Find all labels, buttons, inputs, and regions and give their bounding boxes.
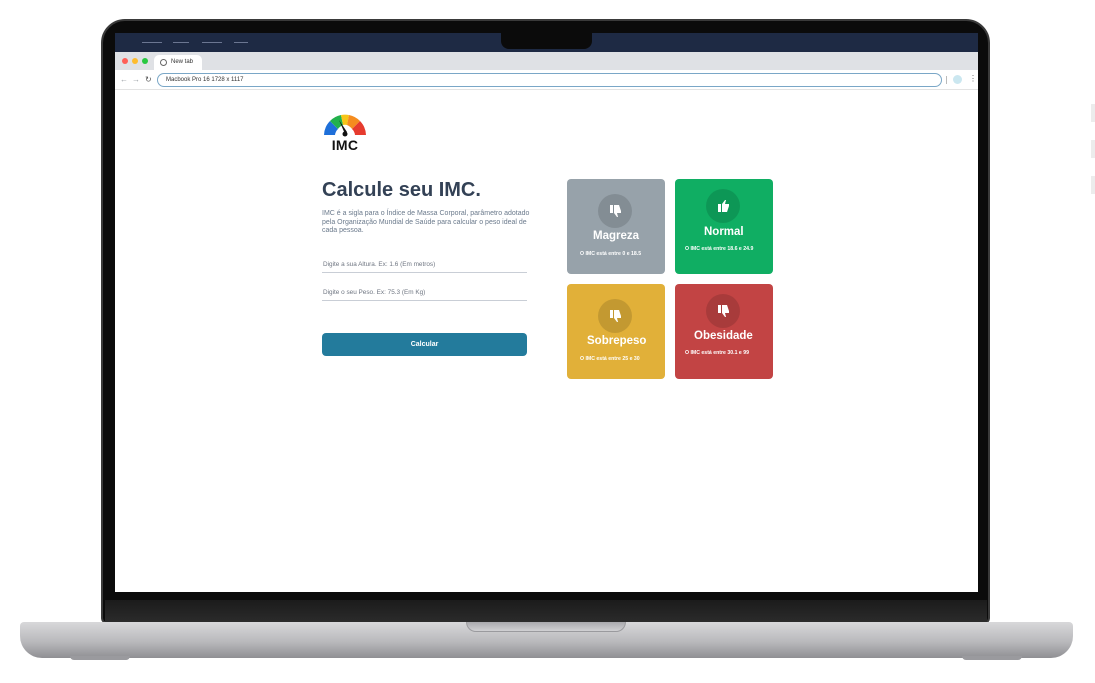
back-icon[interactable]: ← xyxy=(120,75,128,84)
browser-tab-bar: New tab xyxy=(115,52,978,70)
browser-tab[interactable]: New tab xyxy=(154,55,202,70)
menu-item[interactable] xyxy=(142,42,162,43)
card-title: Normal xyxy=(704,226,744,238)
camera-notch xyxy=(501,33,592,49)
logo-text: IMC xyxy=(331,137,359,153)
card-title: Obesidade xyxy=(694,330,753,342)
address-bar[interactable]: Macbook Pro 16 1728 x 1117 xyxy=(157,73,942,87)
card-range: O IMC está entre 18.6 e 24.9 xyxy=(685,246,754,252)
height-input[interactable]: Digite a sua Altura. Ex: 1.6 (Em metros) xyxy=(322,257,527,273)
card-range: O IMC está entre 30.1 e 99 xyxy=(685,350,750,356)
thumbs-down-icon xyxy=(706,294,740,328)
reload-icon[interactable]: ↻ xyxy=(145,75,152,84)
toolbar-divider xyxy=(946,76,947,84)
laptop-base-notch xyxy=(466,622,626,632)
minimize-window-icon[interactable] xyxy=(132,58,138,64)
thumbs-up-icon xyxy=(706,189,740,223)
laptop-foot-right xyxy=(962,656,1022,660)
imc-logo: IMC xyxy=(322,113,368,153)
thumbs-down-icon xyxy=(598,299,632,333)
page-description: IMC é a sigla para o Índice de Massa Cor… xyxy=(322,210,530,235)
thumbs-down-icon xyxy=(598,194,632,228)
more-menu-icon[interactable]: ⋮ xyxy=(969,74,977,83)
laptop-chin xyxy=(105,600,987,622)
card-obesidade: Obesidade O IMC está entre 30.1 e 99 xyxy=(675,284,773,379)
menu-item[interactable] xyxy=(234,42,248,43)
weight-input[interactable]: Digite o seu Peso. Ex: 75.3 (Em Kg) xyxy=(322,285,527,301)
maximize-window-icon[interactable] xyxy=(142,58,148,64)
card-normal: Normal O IMC está entre 18.6 e 24.9 xyxy=(675,179,773,274)
card-sobrepeso: Sobrepeso O IMC está entre 25 e 30 xyxy=(567,284,665,379)
calculate-button[interactable]: Calcular xyxy=(322,333,527,356)
browser-toolbar: ← → ↻ Macbook Pro 16 1728 x 1117 ⋮ xyxy=(115,70,978,90)
laptop-mockup: New tab ← → ↻ Macbook Pro 16 1728 x 1117… xyxy=(0,0,1095,683)
card-title: Magreza xyxy=(593,230,640,242)
gauge-icon xyxy=(324,114,366,137)
menu-item[interactable] xyxy=(202,42,222,43)
close-window-icon[interactable] xyxy=(122,58,128,64)
screen: New tab ← → ↻ Macbook Pro 16 1728 x 1117… xyxy=(115,33,978,592)
laptop-foot-left xyxy=(70,656,130,660)
menu-item[interactable] xyxy=(173,42,189,43)
page-title: Calcule seu IMC. xyxy=(322,179,481,201)
card-range: O IMC está entre 25 e 30 xyxy=(580,356,640,362)
tab-title: New tab xyxy=(171,59,194,65)
card-title: Sobrepeso xyxy=(587,335,647,347)
card-magreza: Magreza O IMC está entre 0 e 18.5 xyxy=(567,179,665,274)
profile-icon[interactable] xyxy=(953,75,962,84)
globe-icon xyxy=(160,59,167,66)
side-marks xyxy=(1091,104,1095,214)
forward-icon[interactable]: → xyxy=(132,75,140,84)
card-range: O IMC está entre 0 e 18.5 xyxy=(580,251,642,257)
